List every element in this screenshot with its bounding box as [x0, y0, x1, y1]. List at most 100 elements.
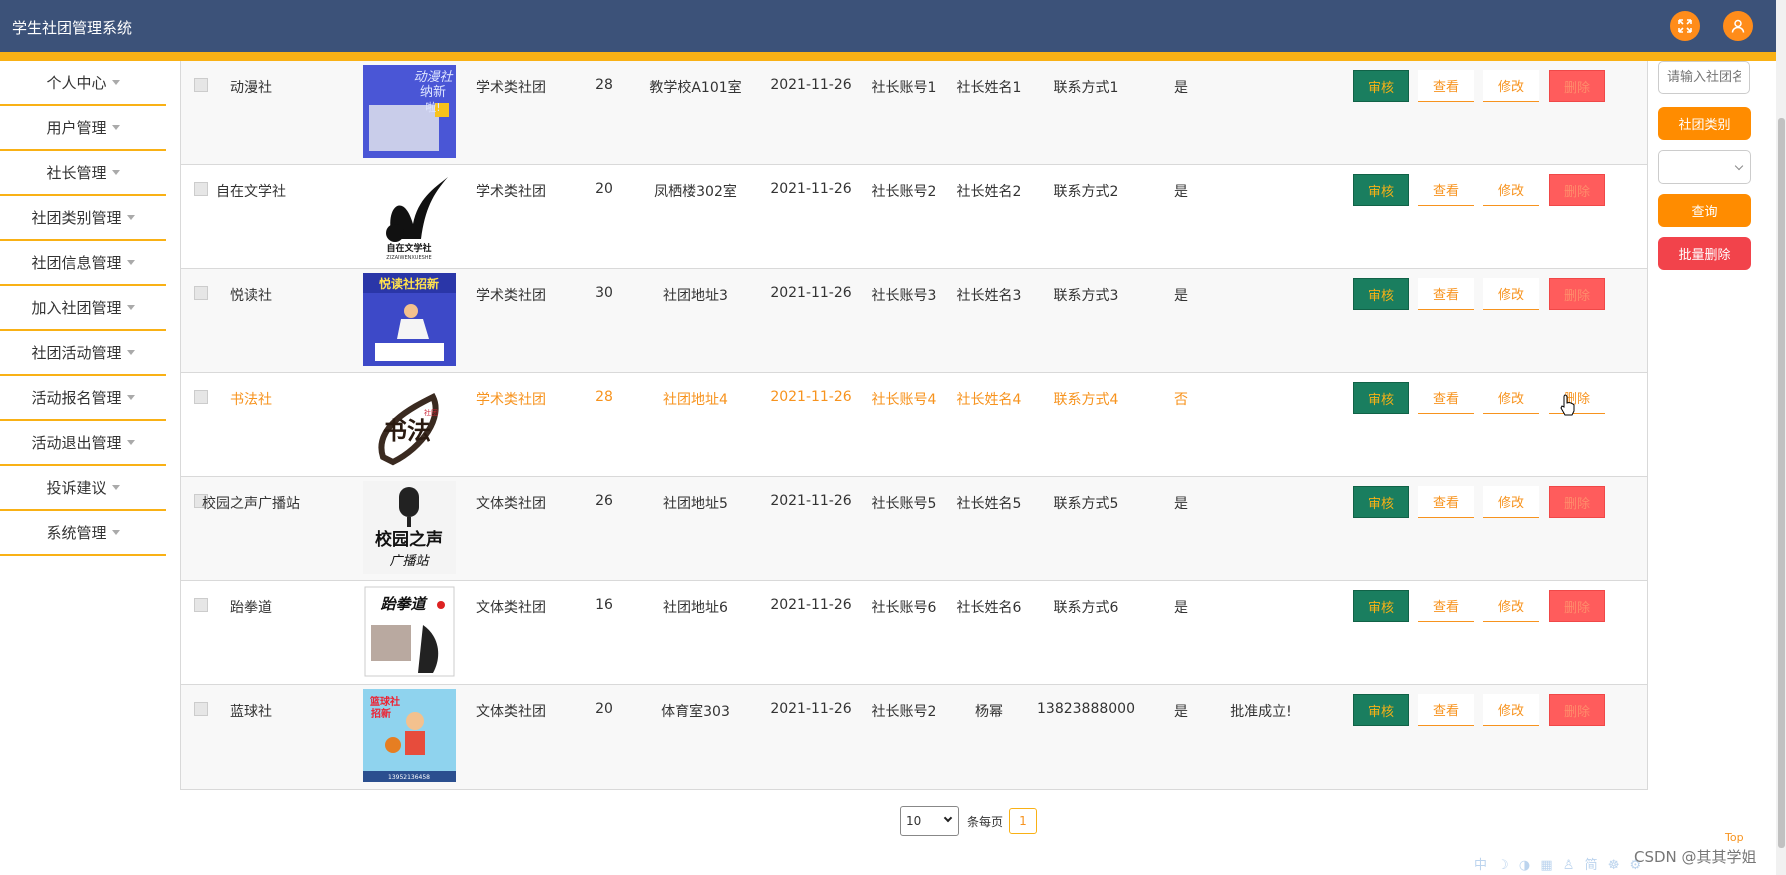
- club-cover-image[interactable]: 篮球社 招新 13952136458: [363, 689, 456, 782]
- sidebar-item-activity-withdraw[interactable]: 活动退出管理: [0, 421, 166, 466]
- view-button[interactable]: 查看: [1418, 382, 1474, 414]
- sidebar-item-join-club[interactable]: 加入社团管理: [0, 286, 166, 331]
- sidebar-item-users[interactable]: 用户管理: [0, 106, 166, 151]
- delete-button[interactable]: 删除: [1549, 694, 1605, 726]
- view-button[interactable]: 查看: [1418, 174, 1474, 206]
- sidebar-item-label: 投诉建议: [46, 479, 107, 497]
- club-address: 社团地址6: [663, 600, 728, 616]
- approval-reply: 批准成立!: [1230, 704, 1292, 720]
- category-select[interactable]: [1658, 150, 1751, 184]
- club-members: 20: [595, 701, 613, 717]
- club-cover-image[interactable]: 书法 社团: [363, 377, 456, 470]
- leader-name: 杨幂: [975, 704, 1003, 720]
- delete-button[interactable]: 删除: [1549, 70, 1605, 102]
- club-name: 蓝球社: [230, 704, 272, 720]
- sidebar-item-club-activities[interactable]: 社团活动管理: [0, 331, 166, 376]
- query-button[interactable]: 查询: [1658, 194, 1751, 227]
- search-input[interactable]: [1658, 61, 1750, 94]
- sidebar-item-system[interactable]: 系统管理: [0, 511, 166, 556]
- audit-button[interactable]: 审核: [1353, 590, 1409, 622]
- view-button[interactable]: 查看: [1418, 486, 1474, 518]
- page-number-button[interactable]: 1: [1009, 808, 1037, 834]
- club-name: 校园之声广播站: [202, 496, 300, 512]
- thumb-text: 自在文学社: [386, 242, 431, 254]
- club-cover-image[interactable]: 悦读社招新: [363, 273, 456, 366]
- caret-down-icon: [126, 350, 135, 355]
- caret-down-icon: [126, 260, 135, 265]
- chevron-down-icon: [943, 813, 953, 823]
- club-members: 16: [595, 597, 613, 613]
- club-category-button[interactable]: 社团类别: [1658, 107, 1751, 140]
- edit-button[interactable]: 修改: [1483, 278, 1539, 310]
- sidebar-item-personal-center[interactable]: 个人中心: [0, 61, 166, 106]
- sidebar-item-club-info[interactable]: 社团信息管理: [0, 241, 166, 286]
- club-cover-image[interactable]: 校园之声 广播站: [363, 481, 456, 574]
- audit-button[interactable]: 审核: [1353, 70, 1409, 102]
- club-category: 学术类社团: [476, 288, 546, 304]
- audit-button[interactable]: 审核: [1353, 486, 1409, 518]
- club-cover-image[interactable]: 跆拳道: [363, 585, 456, 678]
- club-address: 社团地址3: [663, 288, 728, 304]
- table-row: 动漫社 动漫社 纳新 啦! 学术类社团 28 教学校A101室 2021-11-…: [181, 61, 1647, 165]
- leader-account: 社长账号2: [871, 184, 937, 200]
- club-members: 26: [595, 493, 613, 509]
- leader-name: 社长姓名3: [956, 288, 1022, 304]
- back-to-top-link[interactable]: Top: [1725, 831, 1744, 844]
- sidebar-item-activity-signup[interactable]: 活动报名管理: [0, 376, 166, 421]
- audit-button[interactable]: 审核: [1353, 278, 1409, 310]
- view-button[interactable]: 查看: [1418, 278, 1474, 310]
- edit-button[interactable]: 修改: [1483, 70, 1539, 102]
- view-button[interactable]: 查看: [1418, 590, 1474, 622]
- watermark: CSDN @其其学姐: [1634, 848, 1757, 866]
- sidebar-item-complaints[interactable]: 投诉建议: [0, 466, 166, 511]
- sidebar-item-label: 社团活动管理: [31, 344, 122, 362]
- edit-button[interactable]: 修改: [1483, 694, 1539, 726]
- audit-button[interactable]: 审核: [1353, 694, 1409, 726]
- audit-button[interactable]: 审核: [1353, 174, 1409, 206]
- chevron-down-icon: [1734, 161, 1744, 171]
- club-date: 2021-11-26: [770, 77, 852, 93]
- leader-contact: 13823888000: [1037, 701, 1135, 717]
- sidebar-item-label: 用户管理: [46, 119, 107, 137]
- scrollbar-thumb[interactable]: [1778, 118, 1785, 848]
- delete-button[interactable]: 删除: [1549, 278, 1605, 310]
- edit-button[interactable]: 修改: [1483, 382, 1539, 414]
- club-name: 悦读社: [230, 288, 272, 304]
- hand-cursor-icon: [1560, 394, 1576, 420]
- view-button[interactable]: 查看: [1418, 70, 1474, 102]
- club-cover-image[interactable]: 动漫社 纳新 啦!: [363, 65, 456, 158]
- edit-button[interactable]: 修改: [1483, 590, 1539, 622]
- app-title: 学生社团管理系统: [12, 19, 133, 37]
- club-date: 2021-11-26: [770, 285, 852, 301]
- delete-button[interactable]: 删除: [1549, 174, 1605, 206]
- club-category: 文体类社团: [476, 704, 546, 720]
- page-size-select[interactable]: 10: [900, 806, 959, 836]
- caret-down-icon: [126, 440, 135, 445]
- thumb-text: 纳新: [420, 84, 446, 100]
- sidebar-item-label: 社长管理: [46, 164, 107, 182]
- edit-button[interactable]: 修改: [1483, 486, 1539, 518]
- club-members: 20: [595, 181, 613, 197]
- club-address: 社团地址4: [663, 392, 728, 408]
- leader-contact: 联系方式4: [1053, 392, 1119, 408]
- fullscreen-icon[interactable]: [1670, 11, 1700, 41]
- thumb-text: 动漫社: [413, 70, 453, 85]
- delete-button[interactable]: 删除: [1549, 590, 1605, 622]
- sidebar-item-leaders[interactable]: 社长管理: [0, 151, 166, 196]
- caret-down-icon: [126, 395, 135, 400]
- page-size-value: 10: [906, 814, 922, 828]
- audit-button[interactable]: 审核: [1353, 382, 1409, 414]
- view-button[interactable]: 查看: [1418, 694, 1474, 726]
- delete-button[interactable]: 删除: [1549, 382, 1605, 414]
- user-icon[interactable]: [1723, 11, 1753, 41]
- leader-contact: 联系方式3: [1053, 288, 1119, 304]
- club-category: 学术类社团: [476, 184, 546, 200]
- club-date: 2021-11-26: [770, 701, 852, 717]
- batch-delete-button[interactable]: 批量删除: [1658, 237, 1751, 270]
- sidebar-item-club-categories[interactable]: 社团类别管理: [0, 196, 166, 241]
- delete-button[interactable]: 删除: [1549, 486, 1605, 518]
- edit-button[interactable]: 修改: [1483, 174, 1539, 206]
- club-cover-image[interactable]: 自在文学社 ZIZAIWENXUESHE: [363, 169, 456, 262]
- leader-name: 社长姓名4: [956, 392, 1022, 408]
- leader-name: 社长姓名1: [956, 80, 1022, 96]
